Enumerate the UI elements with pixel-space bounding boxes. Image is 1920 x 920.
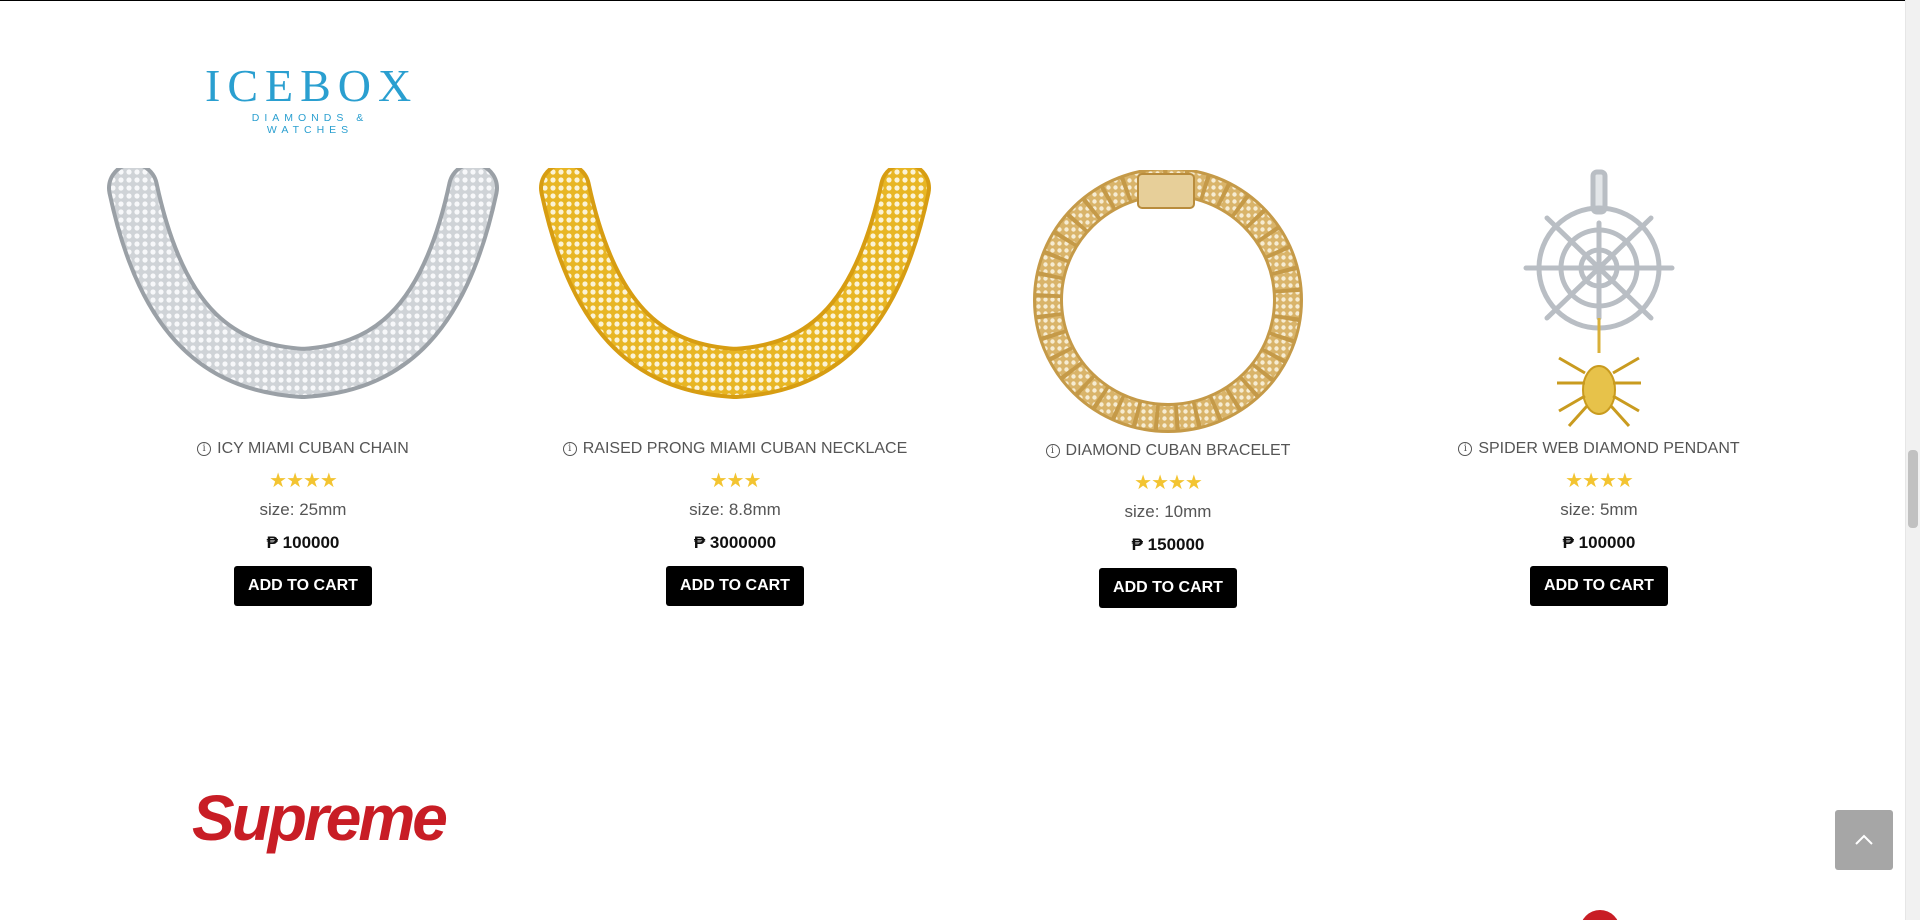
rating-stars: ★★★★	[1565, 470, 1634, 492]
top-divider	[0, 0, 1905, 1]
product-card: i RAISED PRONG MIAMI CUBAN NECKLACE ★★★ …	[525, 162, 945, 606]
icebox-brand-logo[interactable]: ICEBOX DIAMONDS & WATCHES	[205, 60, 419, 137]
product-image[interactable]	[93, 162, 513, 438]
page-scrollbar[interactable]	[1905, 0, 1920, 920]
product-image[interactable]	[1389, 168, 1809, 438]
product-title-text: DIAMOND CUBAN BRACELET	[1065, 442, 1291, 459]
icebox-brand-name: ICEBOX	[205, 60, 419, 111]
rating-stars: ★★★★	[269, 470, 338, 492]
rating-stars: ★★★	[709, 470, 762, 492]
icebox-brand-tagline: DIAMONDS & WATCHES	[251, 112, 369, 136]
info-icon[interactable]: i	[1045, 444, 1060, 458]
info-icon[interactable]: i	[562, 442, 577, 456]
product-title[interactable]: i ICY MIAMI CUBAN CHAIN	[93, 438, 513, 460]
scrollbar-thumb[interactable]	[1908, 450, 1918, 528]
product-title-text: SPIDER WEB DIAMOND PENDANT	[1478, 440, 1740, 457]
chevron-up-icon	[1855, 834, 1873, 845]
product-card: i ICY MIAMI CUBAN CHAIN ★★★★ size: 25mm …	[93, 162, 513, 606]
product-title[interactable]: i DIAMOND CUBAN BRACELET	[958, 440, 1378, 462]
product-title[interactable]: i RAISED PRONG MIAMI CUBAN NECKLACE	[525, 438, 945, 460]
product-price: ₱ 150000	[1131, 535, 1205, 554]
product-card: i SPIDER WEB DIAMOND PENDANT ★★★★ size: …	[1389, 168, 1809, 606]
product-title-text: RAISED PRONG MIAMI CUBAN NECKLACE	[582, 440, 908, 457]
info-icon[interactable]: i	[1458, 442, 1473, 456]
info-icon[interactable]: i	[197, 442, 212, 456]
product-price: ₱ 100000	[1562, 533, 1636, 552]
add-to-cart-button[interactable]: ADD TO CART	[1099, 568, 1237, 608]
rating-stars: ★★★★	[1134, 472, 1203, 494]
product-size: size: 8.8mm	[689, 500, 781, 519]
supreme-brand-logo[interactable]: Supreme	[192, 782, 448, 854]
partial-product-image	[1580, 910, 1620, 920]
product-title[interactable]: i SPIDER WEB DIAMOND PENDANT	[1389, 438, 1809, 460]
product-size: size: 25mm	[259, 500, 347, 519]
product-image[interactable]	[958, 167, 1378, 440]
back-to-top-button[interactable]	[1835, 810, 1893, 870]
add-to-cart-button[interactable]: ADD TO CART	[234, 566, 372, 606]
add-to-cart-button[interactable]: ADD TO CART	[666, 566, 804, 606]
product-title-text: ICY MIAMI CUBAN CHAIN	[217, 440, 409, 457]
product-image[interactable]	[525, 162, 945, 438]
product-size: size: 10mm	[1124, 502, 1212, 521]
product-size: size: 5mm	[1560, 500, 1638, 519]
product-price: ₱ 3000000	[693, 533, 777, 552]
product-card: i DIAMOND CUBAN BRACELET ★★★★ size: 10mm…	[958, 167, 1378, 608]
product-price: ₱ 100000	[266, 533, 340, 552]
add-to-cart-button[interactable]: ADD TO CART	[1530, 566, 1668, 606]
